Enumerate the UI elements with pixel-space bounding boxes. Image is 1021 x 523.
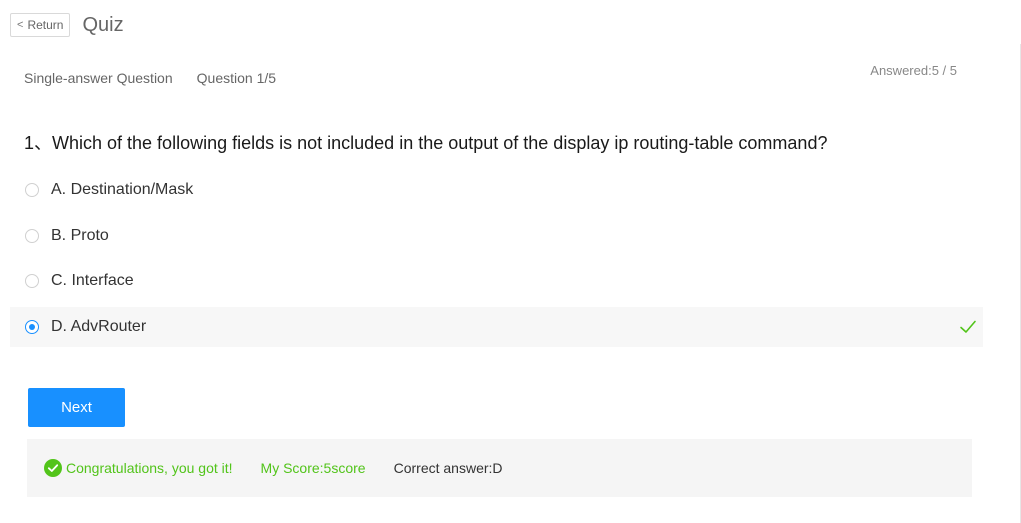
question-text: 1、Which of the following fields is not i… xyxy=(24,133,828,153)
option-d[interactable]: D. AdvRouter xyxy=(10,306,983,347)
option-a[interactable]: A. Destination/Mask xyxy=(10,170,983,210)
page-title: Quiz xyxy=(82,13,124,36)
chevron-left-icon: < xyxy=(17,19,24,31)
next-button[interactable]: Next xyxy=(28,388,125,427)
correct-answer: Correct answer:D xyxy=(393,460,503,476)
option-c[interactable]: C. Interface xyxy=(10,261,983,301)
radio-button[interactable] xyxy=(25,228,39,243)
result-panel: Congratulations, you got it! My Score:5s… xyxy=(27,439,972,497)
question-meta: Single-answer Question Question 1/5 xyxy=(24,70,276,86)
top-bar: < Return Quiz xyxy=(10,13,124,37)
question-type: Single-answer Question xyxy=(24,70,173,86)
radio-button[interactable] xyxy=(25,183,39,197)
congrats-text: Congratulations, you got it! xyxy=(66,460,233,476)
option-b[interactable]: B. Proto xyxy=(10,216,983,256)
return-label: Return xyxy=(27,18,64,32)
check-icon xyxy=(960,320,976,333)
question-index: Question 1/5 xyxy=(196,70,277,86)
option-label: A. Destination/Mask xyxy=(51,181,194,198)
answered-count: Answered:5 / 5 xyxy=(870,63,957,78)
return-button[interactable]: < Return xyxy=(10,13,71,37)
option-label: C. Interface xyxy=(51,272,134,289)
congrats-message: Congratulations, you got it! xyxy=(44,459,233,477)
check-circle-icon xyxy=(44,459,62,477)
radio-button[interactable] xyxy=(25,274,39,288)
option-label: D. AdvRouter xyxy=(51,317,147,335)
options-list: A. Destination/Mask B. Proto C. Interfac… xyxy=(10,170,983,352)
my-score: My Score:5score xyxy=(260,460,366,476)
radio-button-selected[interactable] xyxy=(25,319,39,334)
option-label: B. Proto xyxy=(51,226,109,244)
